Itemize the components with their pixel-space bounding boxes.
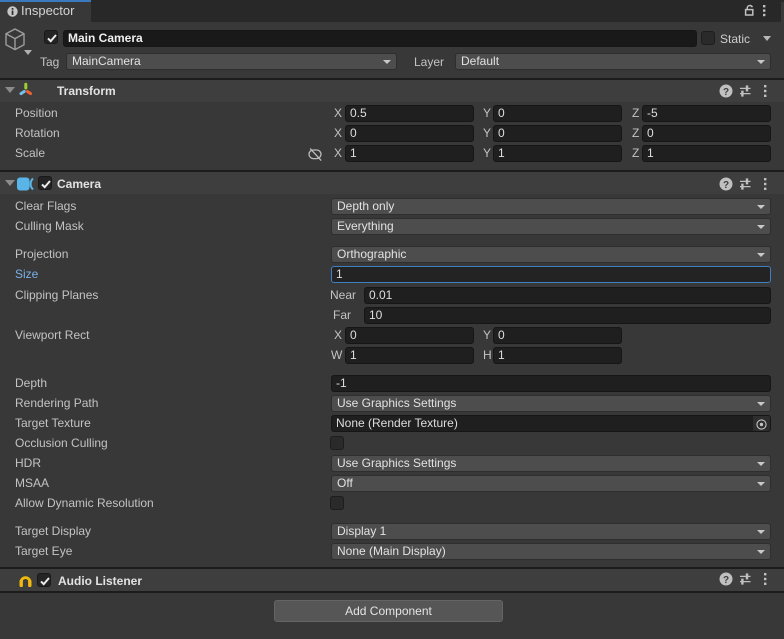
svg-text:?: ? <box>723 180 729 191</box>
svg-text:?: ? <box>723 575 729 586</box>
svg-text:?: ? <box>723 87 729 98</box>
